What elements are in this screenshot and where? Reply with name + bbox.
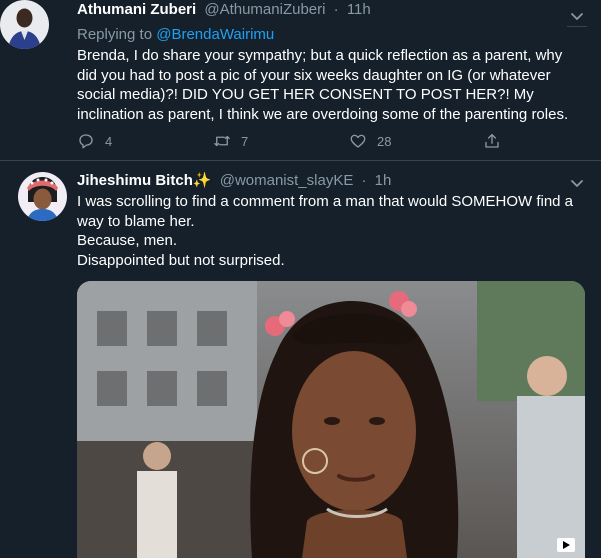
replying-to: Replying to @BrendaWairimu — [77, 25, 274, 45]
reply-button[interactable]: 4 — [77, 132, 112, 150]
play-icon[interactable] — [557, 538, 575, 552]
avatar-athumani[interactable] — [0, 0, 49, 49]
avatar-jiheshimu[interactable] — [18, 172, 67, 221]
tweet-divider — [0, 160, 601, 161]
author-name[interactable]: Jiheshimu Bitch — [77, 172, 193, 189]
heart-icon — [350, 134, 366, 148]
tweet-line: I was scrolling to find a comment from a… — [77, 193, 574, 230]
separator-dot: · — [333, 1, 339, 18]
author-handle[interactable]: @womanist_slayKE — [220, 172, 354, 189]
share-icon — [485, 133, 499, 148]
retweet-icon — [214, 135, 230, 147]
avatar-image — [18, 172, 67, 221]
tweet-line: Disappointed but not surprised. — [77, 251, 285, 269]
like-count: 28 — [377, 133, 392, 149]
share-button[interactable] — [483, 132, 511, 150]
like-button[interactable]: 28 — [349, 132, 391, 150]
gif-image — [77, 281, 585, 558]
tweet2-header: Jiheshimu Bitch✨ @womanist_slayKE · 1h — [77, 171, 391, 191]
separator-dot: · — [361, 172, 367, 189]
chevron-down-icon[interactable] — [567, 6, 587, 27]
tweet-text: Brenda, I do share your sympathy; but a … — [77, 47, 569, 123]
tweet1-header: Athumani Zuberi @AthumaniZuberi · 11h — [77, 0, 371, 20]
tweet-time[interactable]: 11h — [347, 1, 371, 18]
avatar-image — [0, 0, 49, 49]
reply-count: 4 — [105, 133, 113, 149]
chevron-down-icon[interactable] — [567, 173, 587, 193]
author-name[interactable]: Athumani Zuberi — [77, 1, 196, 18]
retweet-count: 7 — [241, 133, 249, 149]
reply-icon — [79, 134, 93, 149]
sparkle-emoji: ✨ — [192, 172, 212, 189]
author-handle[interactable]: @AthumaniZuberi — [204, 1, 325, 18]
tweet-time[interactable]: 1h — [375, 172, 392, 189]
tweet2-text: I was scrolling to find a comment from a… — [77, 192, 582, 270]
tweet1-actions: 4 7 28 — [77, 132, 517, 154]
replying-label: Replying to — [77, 26, 153, 43]
replying-handle-link[interactable]: @BrendaWairimu — [156, 26, 274, 43]
retweet-button[interactable]: 7 — [213, 132, 248, 150]
tweet-gif-media[interactable] — [77, 281, 585, 558]
tweet-line: Because, men. — [77, 232, 178, 249]
